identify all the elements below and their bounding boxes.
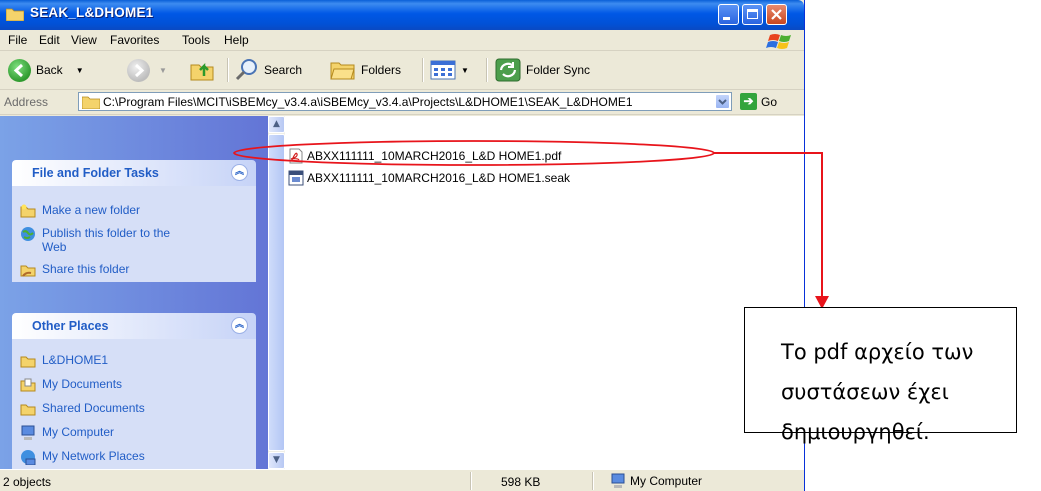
task-make-new-folder[interactable]: Make a new folder (20, 203, 140, 219)
place-shared-documents[interactable]: Shared Documents (20, 401, 145, 417)
status-separator (470, 472, 472, 490)
menu-tools[interactable]: Tools (182, 33, 210, 47)
maximize-button[interactable] (742, 4, 763, 25)
close-icon (771, 9, 782, 20)
share-folder-icon (20, 265, 36, 277)
menu-bar: File Edit View Favorites Tools Help (0, 30, 804, 51)
menu-help[interactable]: Help (224, 33, 249, 47)
folder-sync-icon (495, 58, 521, 82)
folders-label: Folders (361, 63, 402, 77)
task-share-folder[interactable]: Share this folder (20, 262, 129, 278)
panel-title: File and Folder Tasks (32, 166, 159, 180)
folders-button[interactable]: Folders (330, 57, 401, 83)
menu-view[interactable]: View (71, 33, 97, 47)
search-icon (235, 59, 257, 81)
menu-favorites[interactable]: Favorites (110, 33, 159, 47)
folder-sync-label: Folder Sync (526, 63, 591, 77)
annotation-text: Το pdf αρχείο των συστάσεων έχει δημιουρ… (781, 340, 974, 444)
file-folder-tasks-header[interactable]: File and Folder Tasks ︽ (12, 160, 256, 186)
computer-icon (21, 425, 35, 440)
toolbar: Back ▼ ▼ Search Folders ▼ Folder Sync (0, 51, 804, 90)
place-ldhome1[interactable]: L&DHOME1 (20, 353, 108, 369)
go-label: Go (761, 94, 778, 109)
network-icon (21, 450, 36, 465)
back-dropdown-icon[interactable]: ▼ (76, 66, 84, 75)
forward-arrow-icon (127, 58, 150, 82)
chevron-down-icon (718, 99, 727, 105)
other-places-header[interactable]: Other Places ︽ (12, 313, 256, 339)
file-name: ABXX111111_10MARCH2016_L&D HOME1.pdf (307, 149, 562, 163)
views-icon (430, 60, 456, 80)
minimize-button[interactable] (718, 4, 739, 25)
other-places-body: L&DHOME1 My Documents Shared Documents M… (12, 339, 256, 469)
back-arrow-icon (8, 58, 31, 82)
task-publish-web[interactable]: Publish this folder to the Web (20, 226, 182, 254)
back-label: Back (36, 63, 63, 77)
go-arrow-icon: ➔ (740, 93, 757, 110)
scroll-down-icon[interactable]: ▼ (268, 452, 285, 469)
status-location: My Computer (610, 473, 702, 489)
globe-icon (21, 227, 35, 241)
file-item-pdf[interactable]: ABXX111111_10MARCH2016_L&D HOME1.pdf (288, 148, 561, 164)
folders-icon (330, 62, 355, 80)
status-bar: 2 objects 598 KB My Computer (0, 469, 804, 491)
place-my-documents[interactable]: My Documents (20, 377, 122, 393)
computer-icon (611, 473, 625, 488)
back-button[interactable]: Back ▼ (8, 57, 84, 83)
status-separator (592, 472, 594, 490)
folder-icon (6, 8, 24, 21)
explorer-window: SEAK_L&DHOME1 File Edit View Favorites T… (0, 0, 805, 491)
toolbar-separator (227, 58, 229, 82)
file-name: ABXX111111_10MARCH2016_L&D HOME1.seak (307, 171, 571, 185)
panel-title: Other Places (32, 319, 109, 333)
menu-edit[interactable]: Edit (39, 33, 60, 47)
windows-logo-icon (766, 34, 791, 49)
up-folder-icon (190, 62, 214, 81)
seak-file-icon (288, 170, 304, 186)
place-my-network[interactable]: My Network Places (20, 449, 145, 465)
views-button[interactable]: ▼ (430, 57, 469, 83)
address-dropdown-button[interactable] (715, 94, 730, 109)
forward-dropdown-icon[interactable]: ▼ (159, 66, 167, 75)
views-dropdown-icon[interactable]: ▼ (461, 66, 469, 75)
collapse-icon[interactable]: ︽ (231, 164, 248, 181)
search-button[interactable]: Search (235, 57, 302, 83)
task-pane: File and Folder Tasks ︽ Make a new folde… (0, 116, 268, 469)
scroll-thumb[interactable] (268, 134, 285, 451)
place-my-computer[interactable]: My Computer (20, 425, 114, 441)
toolbar-separator (486, 58, 488, 82)
status-object-count: 2 objects (3, 475, 52, 489)
folder-sync-button[interactable]: Folder Sync (495, 57, 590, 83)
status-size: 598 KB (501, 475, 541, 489)
file-list: ▲ ▼ ABXX111111_10MARCH2016_L&D HOME1.pdf… (268, 116, 804, 469)
pdf-icon (289, 148, 303, 164)
address-path: C:\Program Files\MCIT\iSBEMcy_v3.4.a\iSB… (103, 95, 633, 109)
new-folder-icon (20, 204, 36, 218)
file-folder-tasks-body: Make a new folder Publish this folder to… (12, 186, 256, 282)
my-documents-icon (20, 378, 36, 392)
address-label: Address (4, 95, 49, 109)
forward-button[interactable]: ▼ (127, 57, 167, 83)
folder-icon (20, 404, 36, 416)
toolbar-separator (422, 58, 424, 82)
folder-icon (82, 96, 100, 109)
go-button[interactable]: ➔ Go (740, 93, 777, 110)
collapse-icon[interactable]: ︽ (231, 317, 248, 334)
vertical-scrollbar[interactable]: ▲ ▼ (268, 116, 285, 469)
address-bar: Address C:\Program Files\MCIT\iSBEMcy_v3… (0, 90, 804, 115)
address-input[interactable]: C:\Program Files\MCIT\iSBEMcy_v3.4.a\iSB… (78, 92, 732, 111)
annotation-callout: Το pdf αρχείο των συστάσεων έχει δημιουρ… (744, 307, 1017, 444)
file-item-seak[interactable]: ABXX111111_10MARCH2016_L&D HOME1.seak (288, 170, 570, 186)
menu-file[interactable]: File (8, 33, 27, 47)
search-label: Search (264, 63, 303, 77)
scroll-up-icon[interactable]: ▲ (268, 116, 285, 133)
up-folder-button[interactable] (190, 57, 216, 83)
close-button[interactable] (766, 4, 787, 25)
window-title: SEAK_L&DHOME1 (30, 5, 154, 20)
title-bar[interactable]: SEAK_L&DHOME1 (0, 0, 804, 30)
folder-icon (20, 356, 36, 368)
